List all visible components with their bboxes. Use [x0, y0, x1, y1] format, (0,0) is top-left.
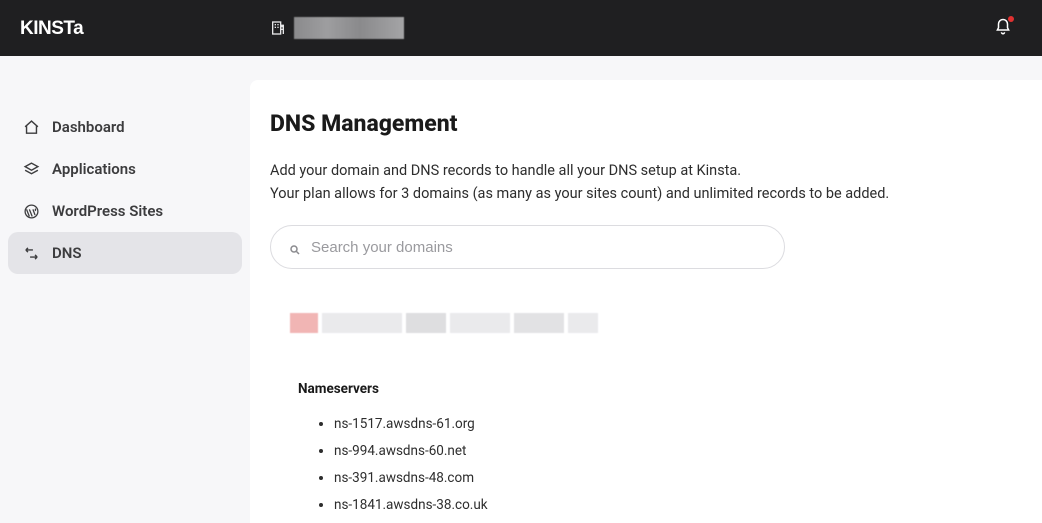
company-name-redacted	[294, 17, 404, 39]
nameserver-item: ns-1517.awsdns-61.org	[334, 411, 1000, 438]
search-icon	[289, 241, 301, 253]
main-content: DNS Management Add your domain and DNS r…	[250, 80, 1042, 523]
home-icon	[22, 118, 40, 136]
domain-name-redacted	[290, 313, 598, 333]
brand-logo[interactable]: KINSTa	[20, 17, 270, 39]
sidebar: Dashboard Applications WordPress Sites	[0, 56, 250, 523]
building-icon	[270, 20, 286, 36]
nameservers-section: Nameservers ns-1517.awsdns-61.org ns-994…	[270, 381, 1000, 519]
sidebar-item-label: Dashboard	[52, 118, 125, 136]
nameserver-item: ns-1841.awsdns-38.co.uk	[334, 492, 1000, 519]
sidebar-item-label: Applications	[52, 160, 136, 178]
page-description: Add your domain and DNS records to handl…	[270, 159, 1000, 205]
nameservers-heading: Nameservers	[298, 381, 1000, 397]
nameservers-list: ns-1517.awsdns-61.org ns-994.awsdns-60.n…	[298, 411, 1000, 519]
notification-dot-icon	[1008, 16, 1014, 22]
nameserver-item: ns-994.awsdns-60.net	[334, 438, 1000, 465]
sidebar-item-dns[interactable]: DNS	[8, 232, 242, 274]
svg-text:KINSTa: KINSTa	[20, 18, 84, 39]
layers-icon	[22, 160, 40, 178]
wordpress-icon	[22, 202, 40, 220]
sidebar-item-label: DNS	[52, 244, 82, 262]
search-domains[interactable]	[270, 225, 785, 269]
domain-entry[interactable]	[270, 313, 1000, 333]
notifications-button[interactable]	[994, 18, 1012, 40]
sidebar-item-applications[interactable]: Applications	[8, 148, 242, 190]
company-selector[interactable]	[270, 17, 404, 39]
nameserver-item: ns-391.awsdns-48.com	[334, 465, 1000, 492]
sidebar-item-wordpress[interactable]: WordPress Sites	[8, 190, 242, 232]
page-title: DNS Management	[270, 110, 1000, 137]
topbar: KINSTa	[0, 0, 1042, 56]
sidebar-item-label: WordPress Sites	[52, 202, 163, 220]
dns-icon	[22, 244, 40, 262]
search-input[interactable]	[311, 239, 766, 256]
sidebar-item-dashboard[interactable]: Dashboard	[8, 106, 242, 148]
